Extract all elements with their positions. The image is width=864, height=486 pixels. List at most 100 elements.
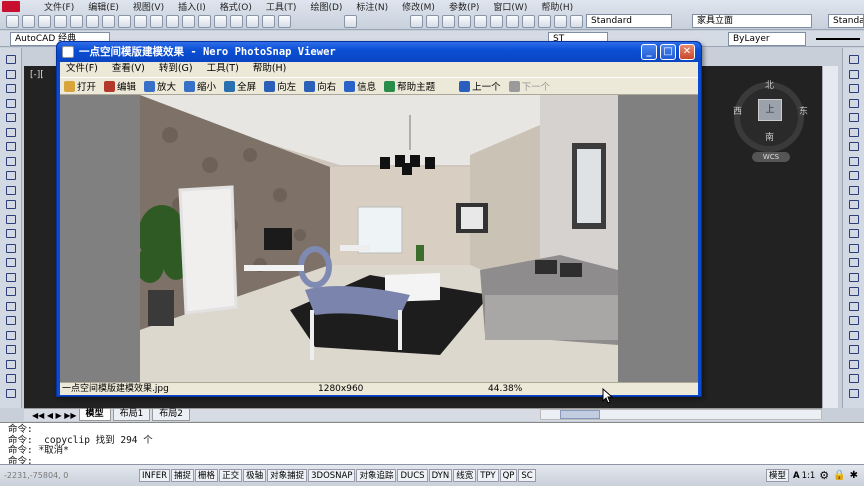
viewer-tool-folder-open-button[interactable]: 打开 (64, 79, 96, 93)
draw-tool-icon[interactable] (3, 328, 18, 342)
menu-view[interactable]: 查看(V) (112, 62, 145, 76)
acad-menu-item[interactable]: 编辑(E) (88, 0, 133, 13)
tab-layout2[interactable]: 布局2 (152, 409, 191, 421)
acad-menu-item[interactable]: 格式(O) (220, 0, 266, 13)
toolbar-tool-icon[interactable] (426, 14, 439, 28)
status-toggle-button[interactable]: 线宽 (453, 469, 477, 482)
modify-tool-icon[interactable] (846, 241, 861, 255)
viewer-tool-fullscreen-button[interactable]: 全屏 (224, 79, 256, 93)
menu-help[interactable]: 帮助(H) (253, 62, 287, 76)
status-toggle-button[interactable]: INFER (139, 469, 171, 482)
table-style-select[interactable]: Standard (828, 14, 864, 28)
modify-tool-icon[interactable] (846, 67, 861, 81)
draw-tool-icon[interactable] (3, 313, 18, 327)
modify-tool-icon[interactable] (846, 212, 861, 226)
viewer-tool-zoom-in-button[interactable]: 放大 (144, 79, 176, 93)
draw-tool-icon[interactable] (3, 386, 18, 400)
viewcube-top-face[interactable]: 上 (758, 99, 782, 121)
viewcube-west[interactable]: 西 (733, 104, 742, 117)
status-toggle-button[interactable]: DUCS (397, 469, 428, 482)
status-toggle-button[interactable]: TPY (477, 469, 499, 482)
acad-menu-item[interactable]: 插入(I) (178, 0, 220, 13)
wcs-menu[interactable]: WCS (752, 152, 790, 162)
toolbar-tool-icon[interactable] (344, 14, 357, 28)
acad-menu-item[interactable]: 文件(F) (44, 0, 88, 13)
modify-tool-icon[interactable] (846, 270, 861, 284)
toolbar-tool-icon[interactable] (214, 14, 227, 28)
status-toggle-button[interactable]: SC (518, 469, 536, 482)
viewcube-north[interactable]: 北 (765, 78, 774, 91)
toolbar-tool-icon[interactable] (118, 14, 131, 28)
viewer-title-bar[interactable]: 一点空间模版建模效果 - Nero PhotoSnap Viewer (57, 42, 701, 62)
image-view[interactable] (60, 95, 698, 382)
modify-tool-icon[interactable] (846, 299, 861, 313)
toolbar-tool-icon[interactable] (182, 14, 195, 28)
close-button[interactable]: ✕ (679, 44, 695, 60)
acad-menu-item[interactable]: 视图(V) (133, 0, 178, 13)
toolbar-tool-icon[interactable] (150, 14, 163, 28)
draw-tool-icon[interactable] (3, 226, 18, 240)
status-toggle-button[interactable]: 3DOSNAP (308, 469, 356, 482)
draw-tool-icon[interactable] (3, 81, 18, 95)
menu-file[interactable]: 文件(F) (66, 62, 98, 76)
viewer-tool-next-button[interactable]: 下一个 (508, 79, 550, 93)
toolbar-tool-icon[interactable] (86, 14, 99, 28)
model-space-button[interactable]: 模型 (765, 469, 789, 482)
viewer-tool-rotate-right-button[interactable]: 向右 (304, 79, 336, 93)
toolbar-tool-icon[interactable] (278, 14, 291, 28)
toolbar-tool-icon[interactable] (22, 14, 35, 28)
draw-tool-icon[interactable] (3, 154, 18, 168)
toolbar-tool-icon[interactable] (230, 14, 243, 28)
draw-tool-icon[interactable] (3, 212, 18, 226)
viewer-tool-info-button[interactable]: 信息 (344, 79, 376, 93)
draw-tool-icon[interactable] (3, 183, 18, 197)
minimize-button[interactable]: _ (641, 44, 657, 60)
status-toggle-button[interactable]: 极轴 (243, 469, 267, 482)
toolbar-tool-icon[interactable] (166, 14, 179, 28)
menu-tools[interactable]: 工具(T) (207, 62, 239, 76)
toolbar-tool-icon[interactable] (490, 14, 503, 28)
toolbar-tool-icon[interactable] (570, 14, 583, 28)
modify-tool-icon[interactable] (846, 197, 861, 211)
status-toggle-button[interactable]: 对象捕捉 (267, 469, 308, 482)
toolbar-tool-icon[interactable] (442, 14, 455, 28)
modify-tool-icon[interactable] (846, 110, 861, 124)
status-toggle-button[interactable]: 对象追踪 (356, 469, 397, 482)
status-toggle-button[interactable]: DYN (428, 469, 453, 482)
photo-viewer-window[interactable]: 一点空间模版建模效果 - Nero PhotoSnap Viewer _ □ ✕… (56, 41, 702, 397)
draw-tool-icon[interactable] (3, 125, 18, 139)
draw-tool-icon[interactable] (3, 299, 18, 313)
draw-tool-icon[interactable] (3, 357, 18, 371)
draw-tool-icon[interactable] (3, 241, 18, 255)
draw-tool-icon[interactable] (3, 197, 18, 211)
toolbar-tool-icon[interactable] (38, 14, 51, 28)
toolbar-tool-icon[interactable] (538, 14, 551, 28)
modify-tool-icon[interactable] (846, 81, 861, 95)
toolbar-tool-icon[interactable] (458, 14, 471, 28)
draw-tool-icon[interactable] (3, 52, 18, 66)
modify-tool-icon[interactable] (846, 342, 861, 356)
viewer-tool-previous-button[interactable]: 上一个 (459, 79, 501, 93)
draw-tool-icon[interactable] (3, 110, 18, 124)
draw-tool-icon[interactable] (3, 371, 18, 385)
acad-menu-item[interactable]: 窗口(W) (493, 0, 541, 13)
toolbar-tool-icon[interactable] (554, 14, 567, 28)
modify-tool-icon[interactable] (846, 313, 861, 327)
acad-menu-item[interactable]: 标注(N) (356, 0, 402, 13)
acad-menu-item[interactable]: 工具(T) (266, 0, 311, 13)
lineweight-sample[interactable] (816, 38, 860, 40)
draw-tool-icon[interactable] (3, 168, 18, 182)
status-toggle-button[interactable]: QP (499, 469, 518, 482)
draw-tool-icon[interactable] (3, 139, 18, 153)
tab-model[interactable]: 模型 (78, 409, 111, 421)
acad-menu-item[interactable]: 参数(P) (449, 0, 493, 13)
acad-menu-item[interactable]: 修改(M) (402, 0, 449, 13)
toolbar-tool-icon[interactable] (70, 14, 83, 28)
tab-layout1[interactable]: 布局1 (112, 409, 151, 421)
toolbar-tool-icon[interactable] (54, 14, 67, 28)
modify-tool-icon[interactable] (846, 226, 861, 240)
draw-tool-icon[interactable] (3, 270, 18, 284)
toolbar-tool-icon[interactable] (522, 14, 535, 28)
modify-tool-icon[interactable] (846, 255, 861, 269)
modify-tool-icon[interactable] (846, 96, 861, 110)
